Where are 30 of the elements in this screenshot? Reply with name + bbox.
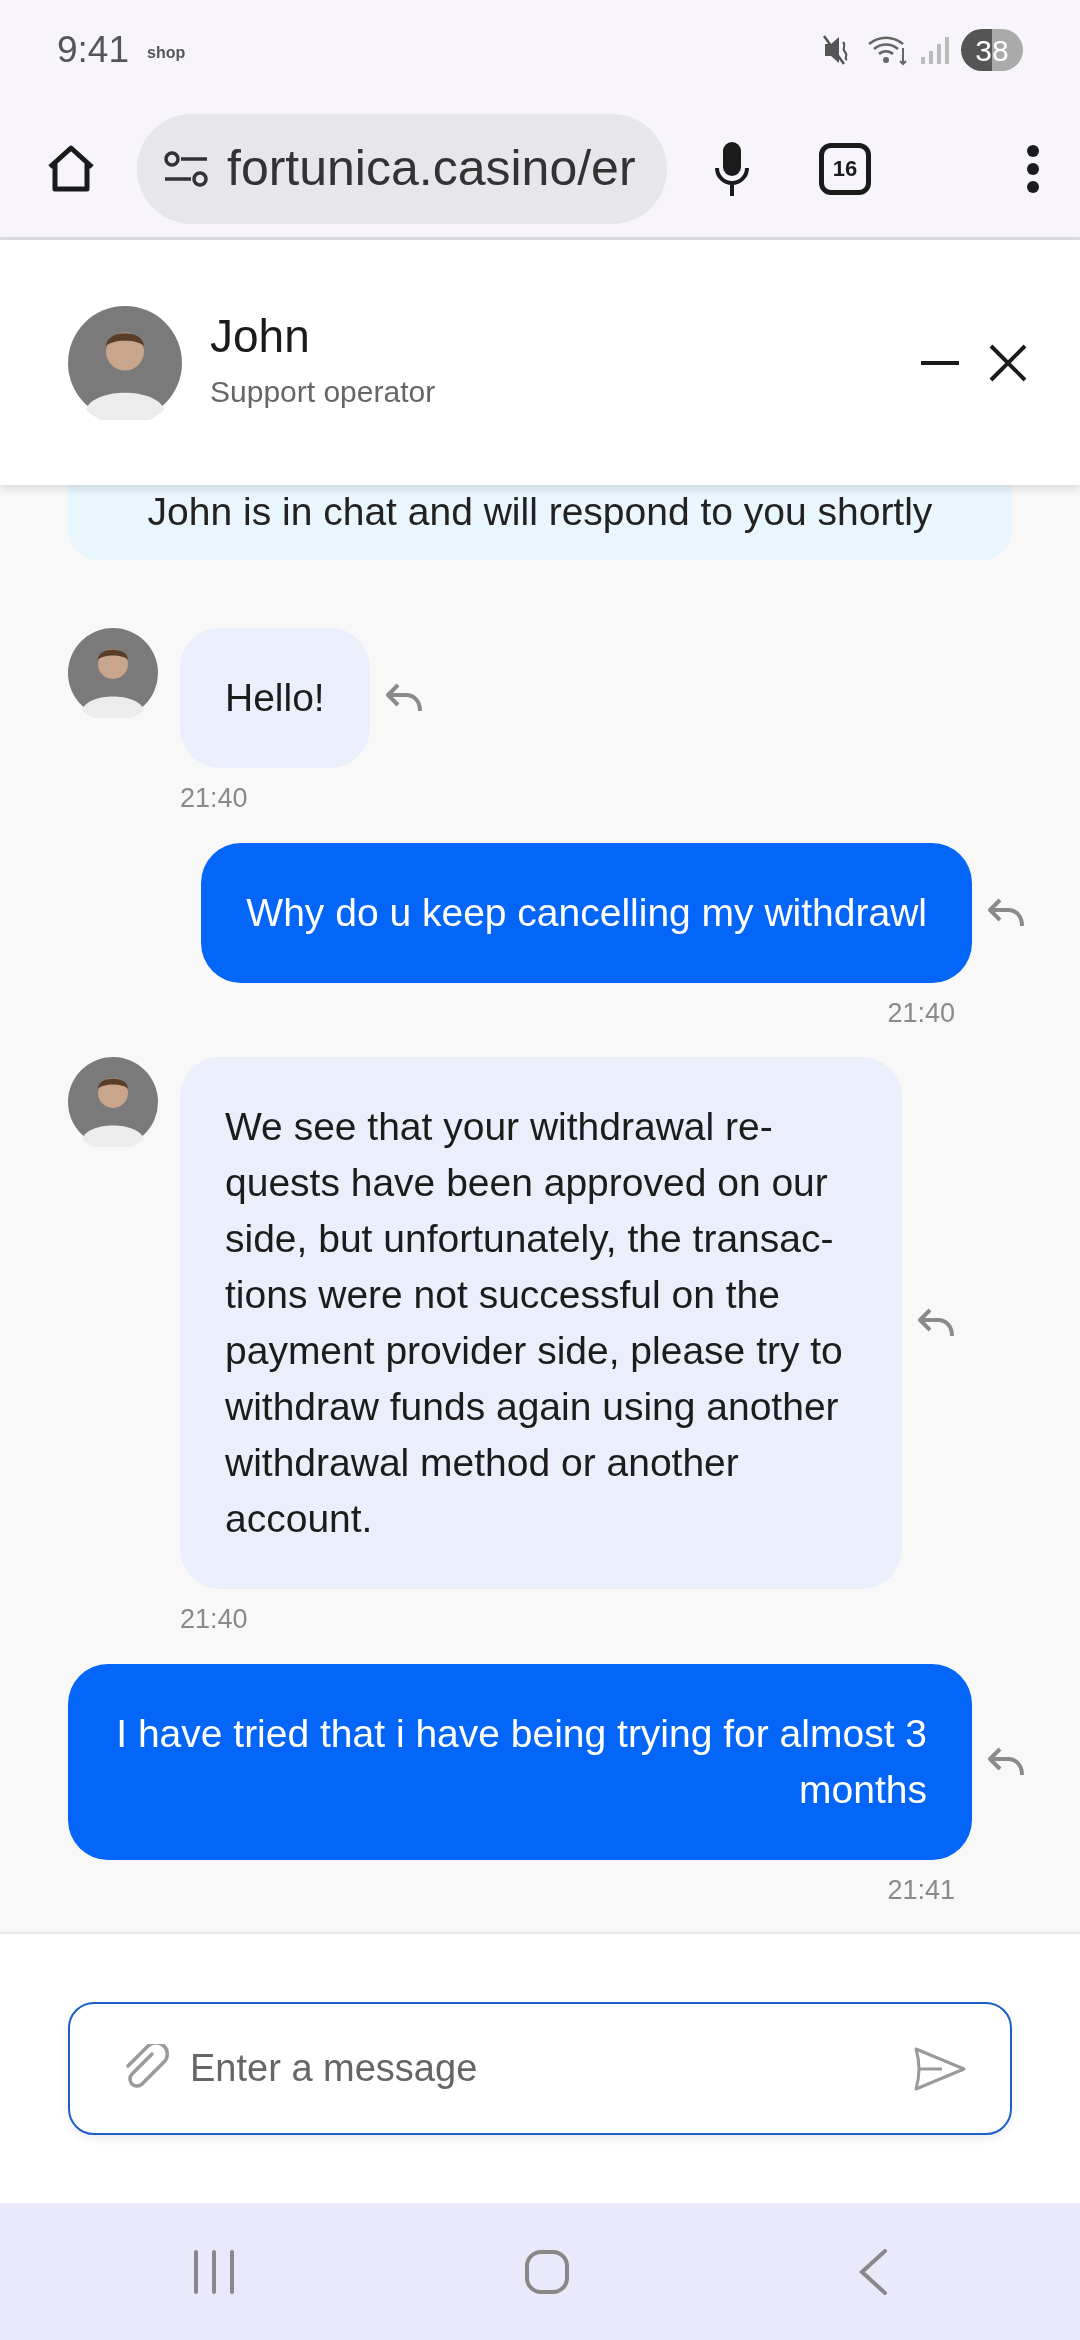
avatar-icon xyxy=(68,628,158,718)
more-options-icon[interactable] xyxy=(1026,143,1040,194)
address-bar[interactable]: fortunica.casino/er xyxy=(137,113,667,224)
home-button-icon[interactable] xyxy=(524,2248,570,2295)
microphone-icon[interactable] xyxy=(715,139,749,198)
avatar-icon xyxy=(68,305,182,420)
message-time: 21:40 xyxy=(886,996,955,1030)
tab-switcher[interactable]: 16 xyxy=(819,142,871,195)
back-icon[interactable] xyxy=(858,2248,888,2295)
url-text: fortunica.casino/er xyxy=(227,139,636,198)
tune-icon[interactable] xyxy=(163,148,209,189)
message-bubble: We see that your withdrawal re-quests have been approved on our side, but unfortunately, the transac-tions were not successful on the payment provider side, please try to withdraw funds again using another withdrawal method or another account. xyxy=(180,1057,902,1589)
message-field[interactable]: Enter a message xyxy=(68,2002,1012,2135)
recent-apps-icon[interactable] xyxy=(192,2249,236,2294)
avatar-icon xyxy=(68,1057,158,1147)
message-bubble: Hello! xyxy=(180,628,370,768)
message-time: 21:40 xyxy=(180,782,249,815)
message-input[interactable]: Enter a message xyxy=(188,2039,912,2098)
carrier-label: shop xyxy=(147,43,186,63)
message-time: 21:40 xyxy=(180,1603,249,1636)
operator-name: John xyxy=(210,310,311,362)
message-time: 21:41 xyxy=(886,1873,955,1907)
send-icon[interactable] xyxy=(912,2045,966,2092)
battery-level: 38 xyxy=(961,29,1023,71)
message-bubble: I have tried that i have being trying for almost 3 months xyxy=(68,1663,972,1860)
close-icon[interactable] xyxy=(989,343,1027,382)
operator-role: Support operator xyxy=(210,374,437,411)
clock-time: 9:41 xyxy=(57,28,129,73)
message-bubble: Why do u keep cancelling my withdrawl xyxy=(201,842,972,983)
minimize-icon[interactable] xyxy=(921,361,959,366)
